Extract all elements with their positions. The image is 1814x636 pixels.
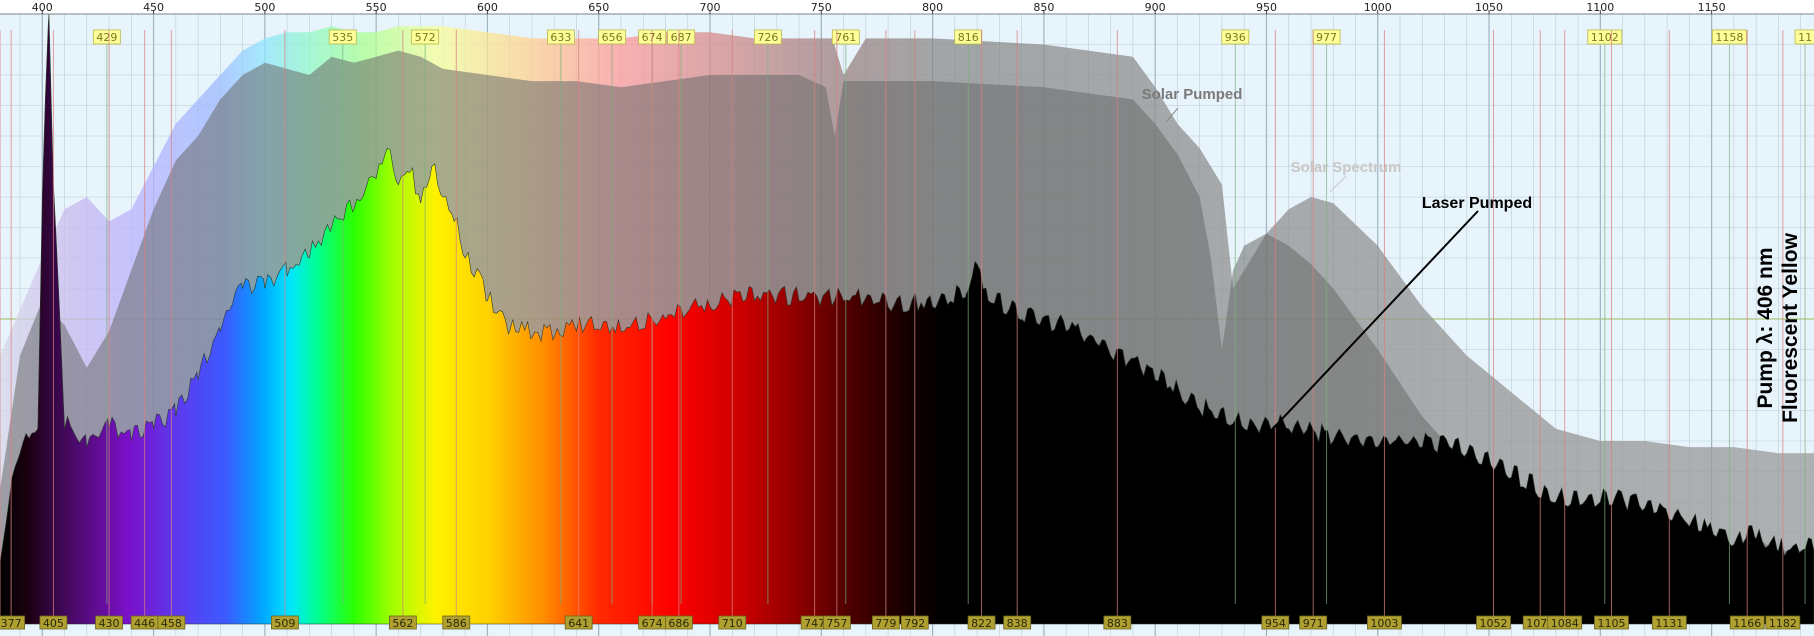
x-tick-label: 1050 <box>1475 1 1503 14</box>
bottom-peak-label: 710 <box>722 617 743 630</box>
bottom-peak-label: 838 <box>1007 617 1028 630</box>
x-tick-label: 600 <box>477 1 498 14</box>
bottom-peak-label: 686 <box>668 617 689 630</box>
bottom-peak-label: 405 <box>43 617 64 630</box>
top-peak-label: 977 <box>1316 31 1337 44</box>
x-tick-label: 650 <box>588 1 609 14</box>
top-peak-label: 633 <box>550 31 571 44</box>
x-tick-label: 750 <box>811 1 832 14</box>
bottom-peak-label: 586 <box>446 617 467 630</box>
bottom-peak-label: 822 <box>971 617 992 630</box>
bottom-peak-label: 509 <box>274 617 295 630</box>
top-peak-label: 687 <box>671 31 692 44</box>
top-peak-label: 535 <box>332 31 353 44</box>
top-peak-label: 11 <box>1798 31 1812 44</box>
top-peak-label: 1102 <box>1591 31 1619 44</box>
bottom-peak-label: 430 <box>99 617 120 630</box>
x-tick-label: 950 <box>1256 1 1277 14</box>
x-tick-label: 700 <box>700 1 721 14</box>
top-peak-label: 429 <box>96 31 117 44</box>
bottom-peak-label: 779 <box>875 617 896 630</box>
x-tick-label: 800 <box>922 1 943 14</box>
x-tick-label: 900 <box>1145 1 1166 14</box>
bottom-peak-label: 562 <box>392 617 413 630</box>
bottom-peak-label: 1084 <box>1551 617 1579 630</box>
top-peak-label: 761 <box>835 31 856 44</box>
x-tick-label: 550 <box>366 1 387 14</box>
pump-wavelength-label: Pump λ: 406 nm <box>1754 247 1777 408</box>
laser-pumped-label: Laser Pumped <box>1422 195 1532 212</box>
top-peak-label: 816 <box>958 31 979 44</box>
top-peak-label: 1158 <box>1715 31 1743 44</box>
bottom-peak-label: 641 <box>568 617 589 630</box>
bottom-peak-label: 674 <box>642 617 663 630</box>
x-tick-label: 1100 <box>1586 1 1614 14</box>
bottom-peak-label: 971 <box>1303 617 1324 630</box>
x-tick-label: 500 <box>254 1 275 14</box>
x-tick-label: 1000 <box>1364 1 1392 14</box>
bottom-peak-label: 792 <box>904 617 925 630</box>
bottom-peak-label: 377 <box>1 617 22 630</box>
x-axis: 400 450 500 550 600 650 700 750 800 850 900 950 1000… <box>0 0 1814 15</box>
bottom-peak-label: 1131 <box>1655 617 1683 630</box>
bottom-peak-label: 1182 <box>1769 617 1797 630</box>
x-tick-label: 850 <box>1033 1 1054 14</box>
bottom-peak-label: 757 <box>826 617 847 630</box>
bottom-peak-label: 747 <box>804 617 825 630</box>
solar-spectrum-label: Solar Spectrum <box>1291 159 1402 176</box>
chart-svg: 429 535 572 633 656 674 687 726 761 816 936 977 1102… <box>0 0 1814 636</box>
x-tick-label: 450 <box>143 1 164 14</box>
top-peak-label: 572 <box>415 31 436 44</box>
bottom-peak-label: 458 <box>161 617 182 630</box>
top-peak-label: 726 <box>757 31 778 44</box>
x-tick-label: 1150 <box>1698 1 1726 14</box>
bottom-peak-label: 1105 <box>1597 617 1625 630</box>
bottom-peak-label: 1166 <box>1733 617 1761 630</box>
spectrum-chart: 429 535 572 633 656 674 687 726 761 816 936 977 1102… <box>0 0 1814 636</box>
bottom-peak-label: 1003 <box>1370 617 1398 630</box>
sample-name-label: Fluorescent Yellow <box>1779 232 1802 423</box>
bottom-peak-label: 954 <box>1265 617 1286 630</box>
solar-pumped-label: Solar Pumped <box>1142 86 1243 103</box>
bottom-peak-label: 446 <box>134 617 155 630</box>
bottom-peak-label: 1052 <box>1479 617 1507 630</box>
x-tick-label: 400 <box>32 1 53 14</box>
bottom-peak-label: 883 <box>1107 617 1128 630</box>
top-peak-label: 936 <box>1225 31 1246 44</box>
top-peak-label: 656 <box>602 31 623 44</box>
